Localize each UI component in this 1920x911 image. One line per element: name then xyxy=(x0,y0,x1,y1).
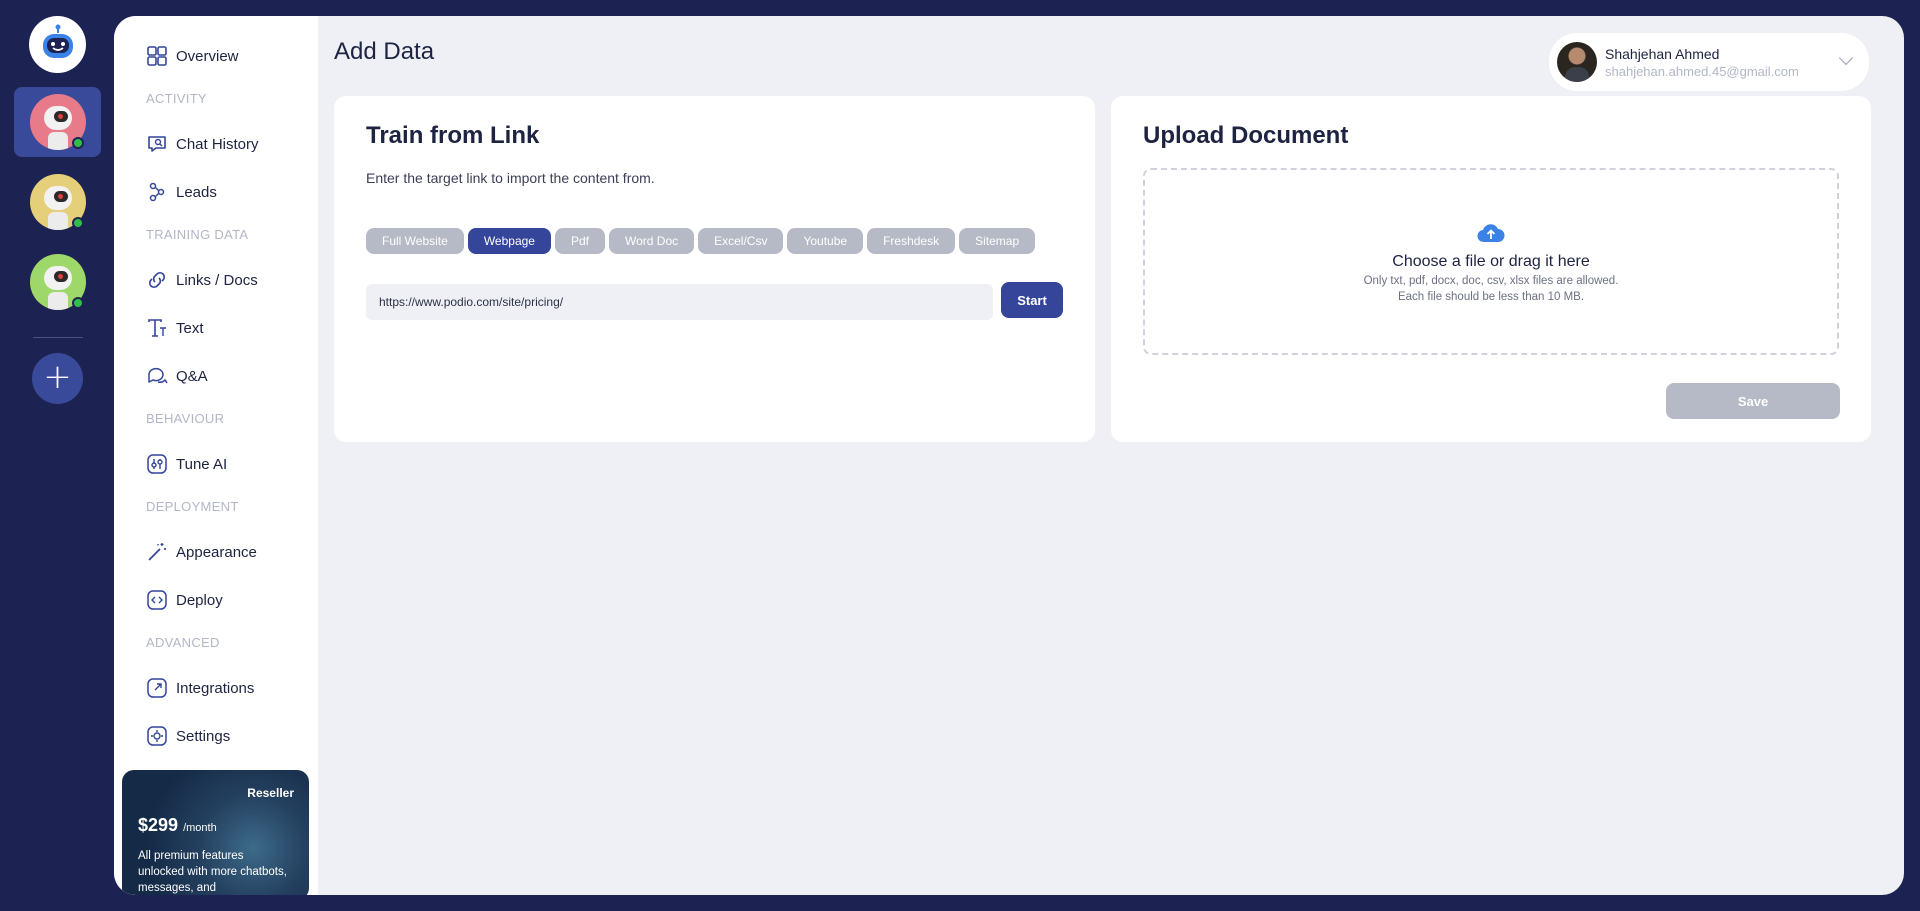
robot-logo-icon xyxy=(42,24,73,58)
tab-youtube[interactable]: Youtube xyxy=(787,228,864,254)
bot-rail: + xyxy=(0,0,114,911)
start-button[interactable]: Start xyxy=(1001,282,1063,318)
avatar xyxy=(1557,42,1597,82)
sidebar-item-label: Q&A xyxy=(176,367,208,385)
section-activity: ACTIVITY xyxy=(146,91,207,106)
upload-document-panel: Upload Document Choose a file or drag it… xyxy=(1111,96,1871,442)
user-name: Shahjehan Ahmed xyxy=(1605,45,1720,62)
online-indicator xyxy=(72,297,84,309)
sidebar-item-overview[interactable]: Overview xyxy=(146,43,239,69)
sidebar-item-label: Deploy xyxy=(176,591,223,609)
rail-divider xyxy=(33,337,83,338)
tab-pdf[interactable]: Pdf xyxy=(554,228,605,254)
dropzone-hint-size: Each file should be less than 10 MB. xyxy=(1397,291,1585,303)
external-link-icon xyxy=(147,678,167,698)
panel-subtitle: Enter the target link to import the cont… xyxy=(366,170,655,186)
cloud-upload-icon xyxy=(1477,224,1505,243)
chevron-down-icon[interactable] xyxy=(1838,50,1854,66)
sidebar-item-label: Tune AI xyxy=(176,455,228,473)
save-button[interactable]: Save xyxy=(1666,383,1840,419)
sidebar-item-label: Integrations xyxy=(176,679,255,697)
sidebar-item-settings[interactable]: Settings xyxy=(146,723,230,749)
page-title: Add Data xyxy=(334,38,435,65)
sidebar-item-label: Settings xyxy=(176,727,231,745)
sliders-icon xyxy=(147,454,167,474)
app-logo[interactable] xyxy=(29,16,86,73)
sidebar-item-qa[interactable]: Q&A xyxy=(146,363,208,389)
bot-item-pink[interactable] xyxy=(14,87,101,157)
sidebar-item-chat-history[interactable]: Chat History xyxy=(146,131,259,157)
online-indicator xyxy=(72,137,84,149)
source-type-tabs: Full Website Webpage Pdf Word Doc Excel/… xyxy=(366,228,1036,254)
text-type-icon xyxy=(148,319,166,337)
qa-bubbles-icon xyxy=(148,367,168,384)
settings-icon xyxy=(147,726,167,746)
sidebar: Overview ACTIVITY Chat History Leads TRA… xyxy=(114,16,318,895)
sidebar-item-label: Links / Docs xyxy=(176,271,258,289)
sidebar-item-label: Chat History xyxy=(176,135,259,153)
sidebar-item-label: Appearance xyxy=(176,543,257,561)
sidebar-item-deploy[interactable]: Deploy xyxy=(146,587,223,613)
tab-webpage[interactable]: Webpage xyxy=(467,228,551,254)
section-deployment: DEPLOYMENT xyxy=(146,499,239,514)
dropzone-title: Choose a file or drag it here xyxy=(1392,253,1590,270)
tab-full-website[interactable]: Full Website xyxy=(366,228,464,254)
bot-item-green[interactable] xyxy=(14,247,101,317)
file-dropzone[interactable]: Choose a file or drag it here Only txt, … xyxy=(1143,168,1839,355)
user-menu[interactable]: Shahjehan Ahmed shahjehan.ahmed.45@gmail… xyxy=(1549,33,1869,91)
panel-title: Train from Link xyxy=(366,122,540,149)
sidebar-item-label: Leads xyxy=(176,183,217,201)
sidebar-item-label: Overview xyxy=(176,47,239,65)
section-training-data: TRAINING DATA xyxy=(146,227,249,242)
code-icon xyxy=(147,590,167,610)
promo-price: $299 /month xyxy=(138,815,217,836)
train-from-link-panel: Train from Link Enter the target link to… xyxy=(334,96,1095,442)
promo-price-amount: $299 xyxy=(138,815,179,835)
dropzone-hint-types: Only txt, pdf, docx, doc, csv, xlsx file… xyxy=(1363,275,1619,287)
panel-title: Upload Document xyxy=(1143,122,1349,149)
link-icon xyxy=(148,271,166,289)
grid-icon xyxy=(147,46,167,66)
add-bot-button[interactable]: + xyxy=(32,353,83,404)
reseller-promo-card[interactable]: Reseller $299 /month All premium feature… xyxy=(122,770,309,895)
promo-price-period: /month xyxy=(183,822,217,834)
promo-badge: Reseller xyxy=(247,786,294,800)
online-indicator xyxy=(72,217,84,229)
people-network-icon xyxy=(149,182,165,202)
user-email: shahjehan.ahmed.45@gmail.com xyxy=(1605,63,1799,79)
magic-wand-icon xyxy=(148,543,166,561)
sidebar-item-leads[interactable]: Leads xyxy=(146,179,217,205)
bot-item-yellow[interactable] xyxy=(14,167,101,237)
sidebar-item-text[interactable]: Text xyxy=(146,315,204,341)
sidebar-item-appearance[interactable]: Appearance xyxy=(146,539,257,565)
tab-excel-csv[interactable]: Excel/Csv xyxy=(698,228,784,254)
section-advanced: ADVANCED xyxy=(146,635,220,650)
tab-sitemap[interactable]: Sitemap xyxy=(959,228,1036,254)
chat-search-icon xyxy=(148,136,166,152)
section-behaviour: BEHAVIOUR xyxy=(146,411,225,426)
url-input[interactable] xyxy=(366,284,993,320)
sidebar-item-integrations[interactable]: Integrations xyxy=(146,675,254,701)
promo-description: All premium features unlocked with more … xyxy=(138,850,287,894)
tab-word-doc[interactable]: Word Doc xyxy=(608,228,695,254)
sidebar-item-label: Text xyxy=(176,319,204,337)
sidebar-item-tune-ai[interactable]: Tune AI xyxy=(146,451,227,477)
main-container: Overview ACTIVITY Chat History Leads TRA… xyxy=(114,16,1904,895)
sidebar-item-links-docs[interactable]: Links / Docs xyxy=(146,267,258,293)
tab-freshdesk[interactable]: Freshdesk xyxy=(867,228,956,254)
